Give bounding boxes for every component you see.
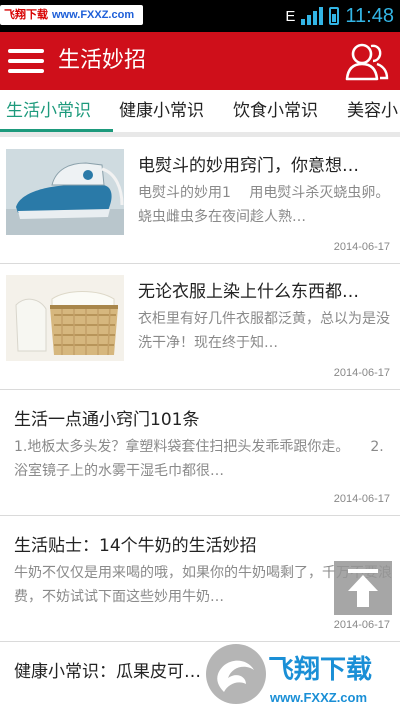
watermark-brand: 飞翔下载 (4, 9, 48, 21)
list-item[interactable]: 电熨斗的妙用窍门，你意想… 电熨斗的妙用1 用电熨斗杀灭蛲虫卵。蛲虫雌虫多在夜间… (0, 137, 400, 264)
list-item[interactable]: 生活一点通小窍门101条 1.地板太多头发？拿塑料袋套住扫把头发乖乖跟你走。 2… (0, 389, 400, 516)
article-title: 生活贴士：14个牛奶的生活妙招 (14, 536, 257, 556)
article-title: 电熨斗的妙用窍门，你意想… (138, 156, 359, 176)
article-thumbnail (6, 275, 124, 361)
arrow-up-icon (348, 569, 378, 607)
article-summary: 衣柜里有好几件衣服都泛黄，总以为是没洗干净！现在终于知… (138, 311, 390, 351)
watermark-bottom: 飞翔下载 www.FXXZ.com (200, 640, 400, 714)
tab-beauty-tips[interactable]: 美容小 (347, 90, 398, 132)
clock: 11:48 (345, 4, 394, 27)
back-to-top-button[interactable] (334, 561, 392, 615)
article-date: 2014-06-17 (333, 619, 390, 631)
laundry-basket-image (6, 275, 124, 361)
app-bar: 生活妙招 (0, 32, 400, 90)
list-item[interactable]: 无论衣服上染上什么东西都… 衣柜里有好几件衣服都泛黄，总以为是没洗干净！现在终于… (0, 263, 400, 390)
network-type: E (285, 7, 296, 25)
article-thumbnail (6, 149, 124, 235)
article-title: 无论衣服上染上什么东西都… (138, 282, 359, 302)
status-bar: 飞翔下载 www.FXXZ.com E 11:48 (0, 0, 400, 32)
battery-icon (329, 7, 340, 25)
article-date: 2014-06-17 (333, 493, 390, 505)
watermark-brand: 飞翔下载 (268, 655, 372, 685)
article-date: 2014-06-17 (333, 241, 390, 253)
article-list: 电熨斗的妙用窍门，你意想… 电熨斗的妙用1 用电熨斗杀灭蛲虫卵。蛲虫雌虫多在夜间… (0, 137, 400, 714)
article-date: 2014-06-17 (333, 367, 390, 379)
watermark-top: 飞翔下载 www.FXXZ.com (0, 5, 143, 25)
watermark-url: www.FXXZ.com (269, 690, 367, 705)
signal-icon (301, 7, 324, 25)
article-title: 生活一点通小窍门101条 (14, 410, 200, 430)
users-icon[interactable] (344, 40, 390, 82)
tab-health-tips[interactable]: 健康小常识 (119, 90, 204, 132)
tab-life-tips[interactable]: 生活小常识 (6, 90, 91, 132)
watermark-logo: 飞翔下载 www.FXXZ.com (206, 644, 372, 705)
article-summary: 电熨斗的妙用1 用电熨斗杀灭蛲虫卵。蛲虫雌虫多在夜间趁人熟… (138, 185, 390, 225)
tab-diet-tips[interactable]: 饮食小常识 (233, 90, 318, 132)
page-title: 生活妙招 (58, 48, 147, 73)
hamburger-menu-icon[interactable] (8, 47, 44, 75)
iron-image (6, 149, 124, 235)
watermark-url: www.FXXZ.com (52, 9, 135, 21)
article-summary: 1.地板太多头发？拿塑料袋套住扫把头发乖乖跟你走。 2.浴室镜子上的水雾干湿毛巾… (14, 439, 384, 479)
category-tabs: 生活小常识 健康小常识 饮食小常识 美容小 (0, 90, 400, 132)
